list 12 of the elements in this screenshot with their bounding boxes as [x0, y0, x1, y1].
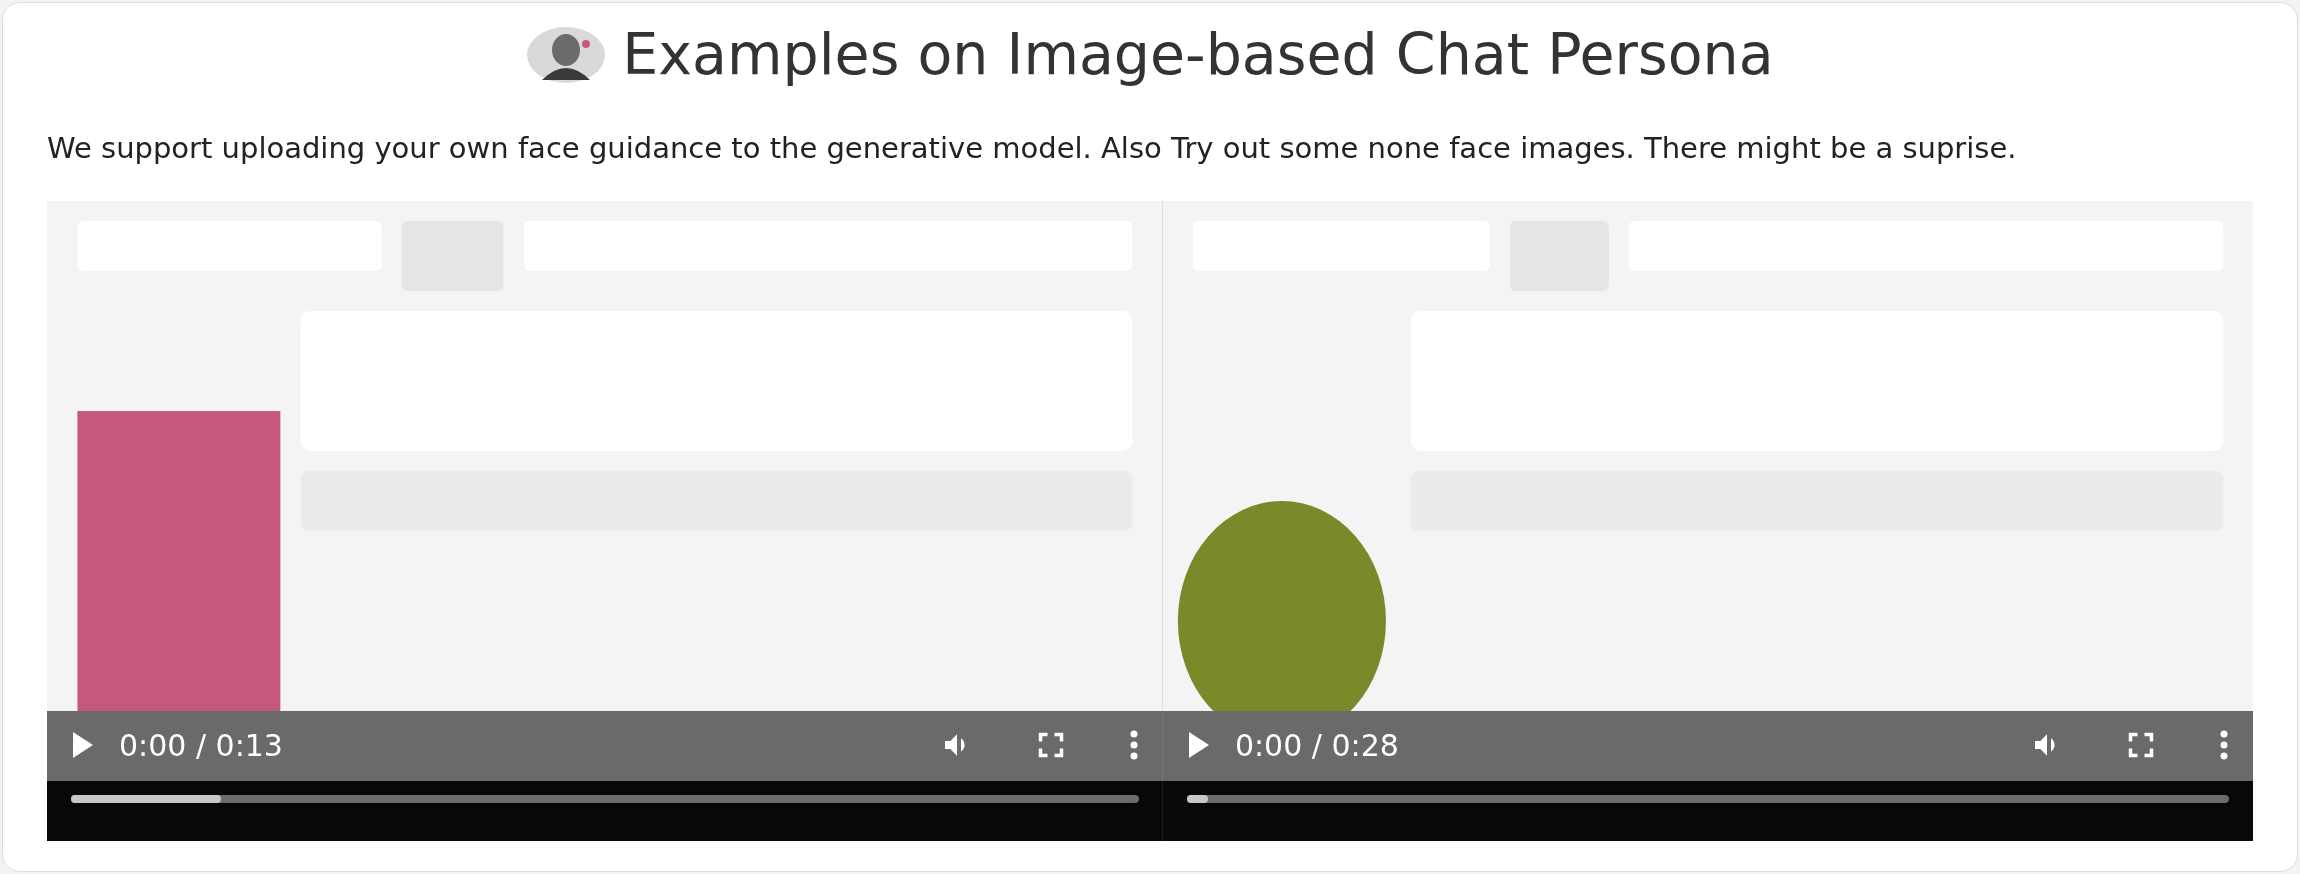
more-icon[interactable] [1128, 730, 1139, 760]
fullscreen-icon[interactable] [2127, 731, 2155, 759]
time-display: 0:00 / 0:13 [119, 726, 283, 765]
play-icon[interactable] [71, 731, 95, 759]
play-icon[interactable] [1186, 731, 1211, 759]
fullscreen-icon[interactable] [1036, 731, 1065, 759]
time-display: 0:00 / 0:28 [1234, 726, 1399, 765]
progress-track[interactable] [1186, 794, 2229, 803]
description-text: We support uploading your own face guidance to the generative model. Also Try out some none face images. There might be a suprise. [47, 130, 2018, 167]
more-icon[interactable] [2219, 730, 2229, 760]
page-title: Examples on Image-based Chat Persona [622, 20, 1774, 90]
progress-track[interactable] [71, 794, 1139, 803]
